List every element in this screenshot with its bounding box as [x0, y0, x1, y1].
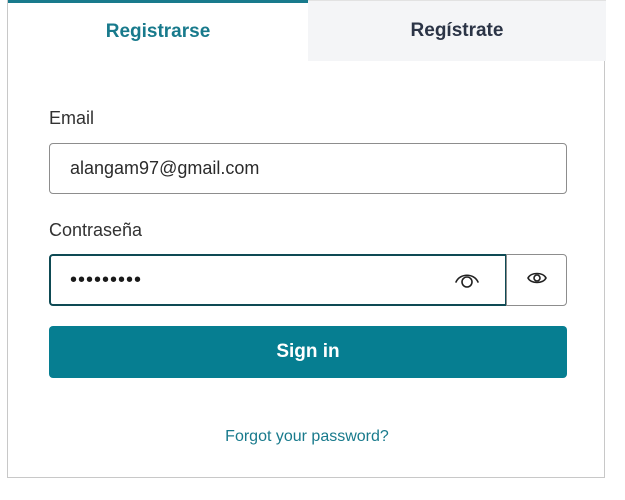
tab-registrarse[interactable]: Registrarse — [8, 0, 308, 61]
tab-registrate[interactable]: Regístrate — [308, 0, 606, 61]
email-field[interactable] — [49, 143, 567, 194]
sign-in-button[interactable]: Sign in — [49, 326, 567, 378]
eye-outline-icon[interactable] — [454, 267, 480, 293]
password-field[interactable] — [51, 256, 441, 304]
show-password-button[interactable] — [506, 254, 567, 306]
eye-icon — [526, 270, 547, 291]
auth-tabs: Registrarse Regístrate — [8, 0, 606, 61]
login-card: Registrarse Regístrate Email Contraseña … — [7, 0, 606, 478]
password-label: Contraseña — [49, 220, 143, 240]
forgot-password-link[interactable]: Forgot your password? — [8, 428, 606, 446]
password-field-wrapper — [49, 254, 507, 306]
email-label: Email — [49, 108, 95, 128]
